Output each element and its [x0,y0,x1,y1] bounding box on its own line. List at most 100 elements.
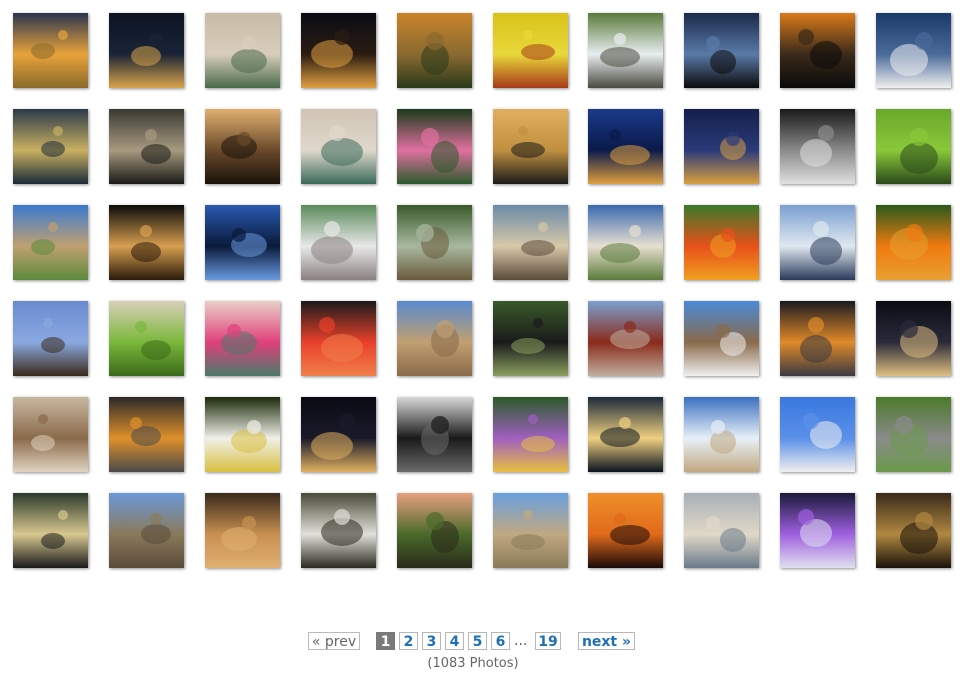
photo-thumbnail-sunset-tree-silhouettes[interactable] [684,13,759,88]
photo-image [301,109,376,184]
photo-thumbnail-forest-stream-rocks[interactable] [301,493,376,568]
photo-thumbnail-ocean-sunset[interactable] [780,301,855,376]
photo-thumbnail-alcatraz-island[interactable] [493,205,568,280]
photo-thumbnail-coastal-path-blue-sky[interactable] [13,205,88,280]
photo-thumbnail-city-lights-night[interactable] [301,397,376,472]
photo-thumbnail-coastal-lighthouse[interactable] [684,301,759,376]
photo-thumbnail-moonlit-bay-ship[interactable] [13,109,88,184]
photo-thumbnail-orange-marigold[interactable] [876,205,951,280]
photo-thumbnail-lake-sunset[interactable] [588,397,663,472]
photo-thumbnail-temple-pavilion[interactable] [493,493,568,568]
photo-image [109,301,184,376]
photo-thumbnail-coastal-lighthouse-bw[interactable] [780,109,855,184]
photo-thumbnail-pink-flamingo[interactable] [301,301,376,376]
photo-thumbnail-seagull-over-water[interactable] [876,13,951,88]
photo-image [205,493,280,568]
photo-thumbnail-white-dove[interactable] [301,205,376,280]
photo-thumbnail-chimpanzee[interactable] [493,301,568,376]
page-link-4[interactable]: 4 [445,632,464,650]
photo-image [780,301,855,376]
page-link-5[interactable]: 5 [468,632,487,650]
photo-image [876,397,951,472]
photo-image [588,13,663,88]
photo-image [397,493,472,568]
photo-image [205,397,280,472]
photo-image [588,493,663,568]
pagination-ellipsis: ... [514,633,528,649]
photo-thumbnail-city-skyline-blue-hour[interactable] [588,109,663,184]
photo-image [109,13,184,88]
photo-image [588,109,663,184]
photo-thumbnail-beach-clouds-sky[interactable] [684,397,759,472]
photo-thumbnail-seagull-blue-sky[interactable] [780,397,855,472]
photo-thumbnail-cheetah-face[interactable] [109,205,184,280]
photo-image [109,205,184,280]
photo-thumbnail-hummingbird-in-flight[interactable] [205,13,280,88]
page-link-2[interactable]: 2 [399,632,418,650]
photo-thumbnail-misty-sea-rocks[interactable] [109,109,184,184]
photo-thumbnail-tram-interior[interactable] [13,493,88,568]
photo-thumbnail-historic-temple[interactable] [397,301,472,376]
photo-thumbnail-balloon-sunset[interactable] [588,493,663,568]
photo-image [684,493,759,568]
photo-thumbnail-waterfall-night-lights[interactable] [780,493,855,568]
photo-image [13,205,88,280]
photo-thumbnail-purple-daisy-flowers[interactable] [493,397,568,472]
photo-image [876,493,951,568]
photo-image [493,493,568,568]
photo-thumbnail-seagull-on-beach[interactable] [684,493,759,568]
photo-thumbnail-coastal-beach-aerial[interactable] [588,205,663,280]
photo-thumbnail-bronze-statue[interactable] [876,493,951,568]
photo-thumbnail-sunset-over-grass-field[interactable] [13,13,88,88]
photo-thumbnail-forest-trail[interactable] [397,205,472,280]
photo-thumbnail-orange-marigold[interactable] [684,205,759,280]
photo-thumbnail-birds-flying-sunset[interactable] [493,109,568,184]
photo-thumbnail-pink-lotus-flower[interactable] [397,109,472,184]
photo-thumbnail-city-lights-aerial[interactable] [876,301,951,376]
photo-image [205,301,280,376]
next-page-link[interactable]: next » [578,632,635,650]
photo-thumbnail-dragonfly-closeup[interactable] [397,493,472,568]
photo-thumbnail-green-praying-mantis[interactable] [876,109,951,184]
prev-page-link[interactable]: « prev [308,632,360,650]
photo-thumbnail-ancient-temple-ruins[interactable] [109,493,184,568]
photo-image [109,397,184,472]
photo-image [588,301,663,376]
photo-count: (1083 Photos) [427,656,519,671]
photo-thumbnail-driftwood-sunset[interactable] [205,109,280,184]
photo-image [684,109,759,184]
photo-image [493,13,568,88]
photo-thumbnail-white-magnolia-flower[interactable] [205,397,280,472]
photo-thumbnail-hummingbird-pink-flower[interactable] [205,301,280,376]
photo-image [397,397,472,472]
page-link-3[interactable]: 3 [422,632,441,650]
photo-thumbnail-mountain-valley-sunrise[interactable] [397,13,472,88]
photo-thumbnail-street-sunset[interactable] [109,397,184,472]
photo-thumbnail-city-skyline-blue-hour[interactable] [684,109,759,184]
page-link-19[interactable]: 19 [535,632,561,650]
photo-image [397,205,472,280]
photo-image [109,109,184,184]
photo-image [493,205,568,280]
photo-thumbnail-yellow-lily-flower[interactable] [493,13,568,88]
photo-image [205,205,280,280]
photo-image [205,13,280,88]
photo-thumbnail-meerkat-standing[interactable] [13,397,88,472]
photo-thumbnail-red-barn[interactable] [588,301,663,376]
photo-thumbnail-bridge-city-skyline[interactable] [780,205,855,280]
photo-thumbnail-hawk-in-flight[interactable] [13,301,88,376]
photo-thumbnail-lion-cubs[interactable] [205,493,280,568]
photo-image [493,109,568,184]
photo-thumbnail-city-skyline-night[interactable] [301,13,376,88]
photo-thumbnail-black-car[interactable] [397,397,472,472]
photo-image [397,301,472,376]
photo-thumbnail-bay-sunset-silhouette[interactable] [780,13,855,88]
photo-thumbnail-statue-silhouette[interactable] [205,205,280,280]
photo-thumbnail-waterfall-over-rocks[interactable] [588,13,663,88]
photo-thumbnail-country-road-trees[interactable] [876,397,951,472]
photo-thumbnail-green-praying-mantis[interactable] [109,301,184,376]
photo-image [876,13,951,88]
photo-thumbnail-hummingbird-in-flight[interactable] [301,109,376,184]
photo-thumbnail-city-skyline-night[interactable] [109,13,184,88]
page-link-6[interactable]: 6 [491,632,510,650]
